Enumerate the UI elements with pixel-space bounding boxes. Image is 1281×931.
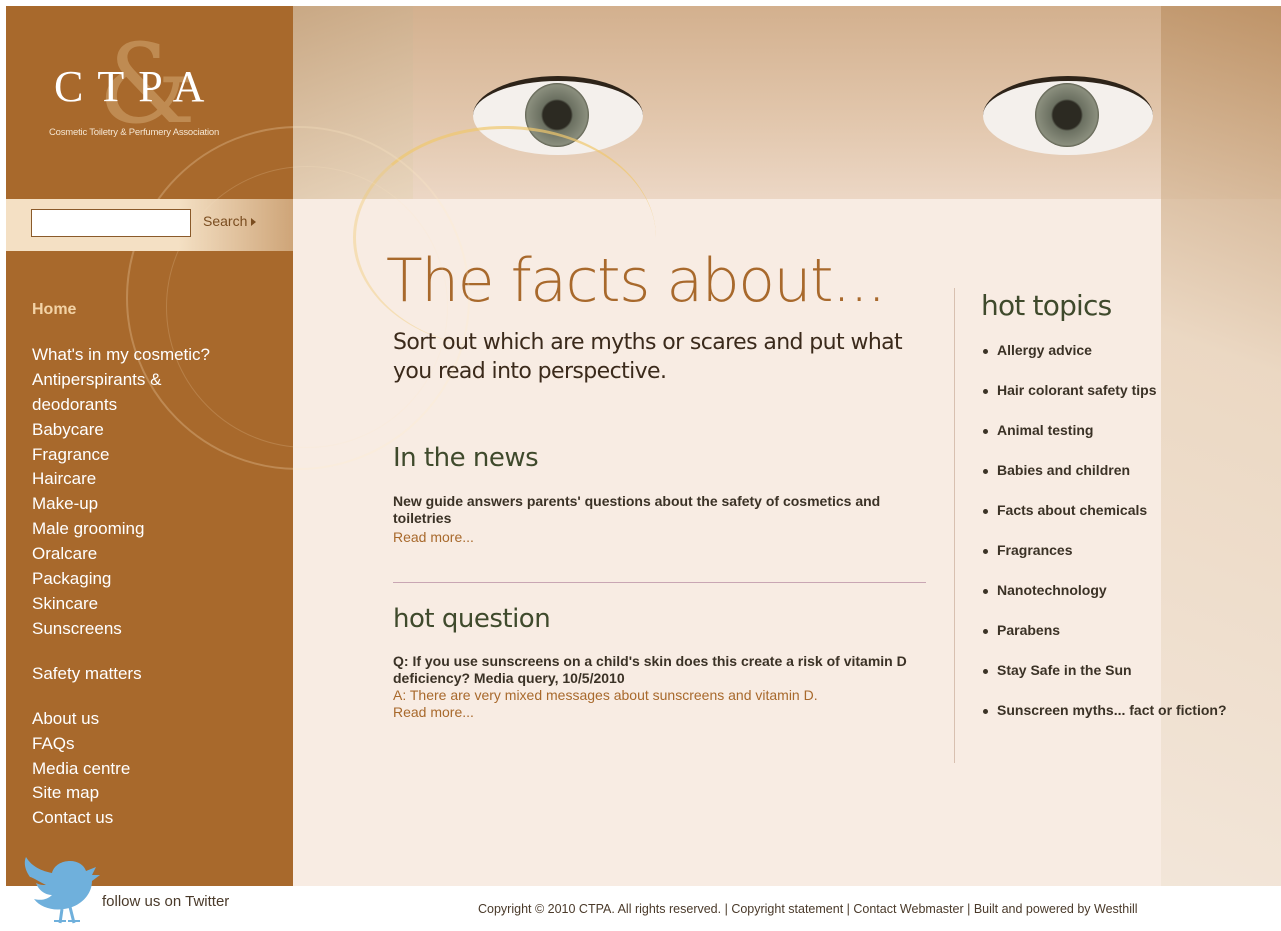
footer-link-contact-webmaster[interactable]: Contact Webmaster [853, 902, 963, 916]
topic-link[interactable]: Animal testing [983, 422, 1233, 462]
footer-link-westhill[interactable]: Built and powered by Westhill [974, 902, 1138, 916]
hero-image: The facts about... Sort out which are my… [293, 6, 1281, 886]
news-heading: In the news [393, 443, 539, 473]
topic-link[interactable]: Stay Safe in the Sun [983, 662, 1233, 702]
nav-item[interactable]: Fragrance [32, 443, 282, 468]
search-bar: Search [6, 199, 293, 251]
nav-item[interactable]: Packaging [32, 567, 282, 592]
logo-letters: CTPA [54, 62, 219, 111]
arrow-right-icon [251, 218, 257, 226]
topic-link[interactable]: Nanotechnology [983, 582, 1233, 622]
copyright-text: Copyright © 2010 CTPA. All rights reserv… [478, 902, 722, 916]
logo-tagline: Cosmetic Toiletry & Perfumery Associatio… [49, 127, 220, 138]
nav-item[interactable]: Sunscreens [32, 617, 282, 642]
question-heading: hot question [393, 604, 551, 634]
nav-item-safety-matters[interactable]: Safety matters [32, 662, 282, 687]
search-input[interactable] [31, 209, 191, 237]
topic-link[interactable]: Facts about chemicals [983, 502, 1233, 542]
divider [393, 582, 926, 583]
footer: Copyright © 2010 CTPA. All rights reserv… [478, 902, 1138, 916]
news-read-more-link[interactable]: Read more... [393, 529, 474, 545]
footer-link-copyright-statement[interactable]: Copyright statement [731, 902, 843, 916]
twitter-bird-icon [24, 857, 100, 924]
nav-item[interactable]: FAQs [32, 732, 282, 757]
topic-link[interactable]: Sunscreen myths... fact or fiction? [983, 702, 1233, 742]
twitter-label: follow us on Twitter [102, 893, 230, 910]
question-title: Q: If you use sunscreens on a child's sk… [393, 653, 907, 686]
question-read-more-link[interactable]: Read more... [393, 704, 474, 720]
nav-item[interactable]: Site map [32, 781, 282, 806]
nav-item[interactable]: deodorants [32, 393, 282, 418]
nav-item-home[interactable]: Home [32, 298, 282, 323]
right-eye [983, 76, 1153, 155]
question-answer: A: There are very mixed messages about s… [393, 687, 818, 703]
topics-divider [954, 288, 955, 763]
nav-item[interactable]: Media centre [32, 757, 282, 782]
topic-link[interactable]: Allergy advice [983, 342, 1233, 382]
nav-item[interactable]: Oralcare [32, 542, 282, 567]
search-button[interactable]: Search [203, 213, 257, 229]
page-subhead: Sort out which are myths or scares and p… [393, 330, 903, 384]
topic-link[interactable]: Fragrances [983, 542, 1233, 582]
topics-heading: hot topics [981, 289, 1112, 322]
nav-item[interactable]: About us [32, 707, 282, 732]
nav-item[interactable]: Babycare [32, 418, 282, 443]
topic-link[interactable]: Hair colorant safety tips [983, 382, 1233, 422]
page: The facts about... Sort out which are my… [6, 6, 1281, 886]
nav-item[interactable]: Antiperspirants & [32, 368, 282, 393]
nav-item[interactable]: Make-up [32, 492, 282, 517]
news-title: New guide answers parents' questions abo… [393, 493, 881, 526]
twitter-follow[interactable]: follow us on Twitter [22, 855, 302, 925]
nav-item[interactable]: What's in my cosmetic? [32, 343, 282, 368]
nav-item[interactable]: Male grooming [32, 517, 282, 542]
nav-item[interactable]: Haircare [32, 467, 282, 492]
topic-link[interactable]: Babies and children [983, 462, 1233, 502]
sidebar: & CTPA Cosmetic Toiletry & Perfumery Ass… [6, 6, 470, 886]
topics-list: Allergy advice Hair colorant safety tips… [983, 342, 1233, 742]
ctpa-logo[interactable]: & CTPA Cosmetic Toiletry & Perfumery Ass… [26, 29, 266, 161]
topic-link[interactable]: Parabens [983, 622, 1233, 662]
nav-item[interactable]: Skincare [32, 592, 282, 617]
main-nav: Home What's in my cosmetic? Antiperspira… [32, 298, 282, 831]
nav-item[interactable]: Contact us [32, 806, 282, 831]
